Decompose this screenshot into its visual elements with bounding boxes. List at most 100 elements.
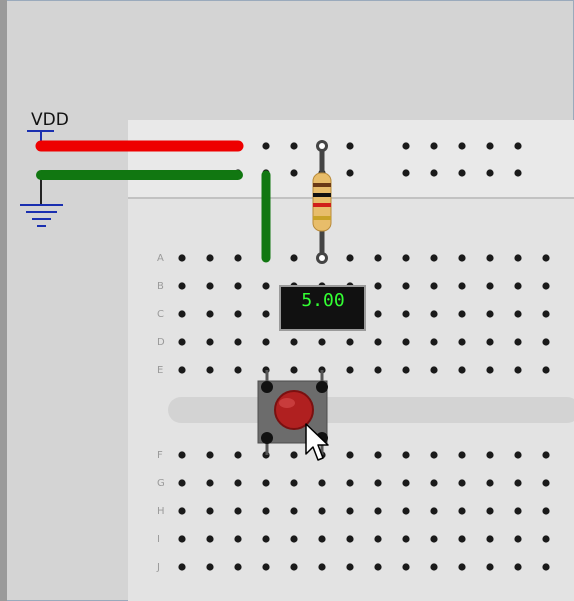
breadboard-hole[interactable] <box>346 254 354 262</box>
breadboard-hole[interactable] <box>542 507 550 515</box>
breadboard-hole[interactable] <box>290 563 298 571</box>
breadboard-hole[interactable] <box>262 310 270 318</box>
breadboard-hole[interactable] <box>318 563 326 571</box>
breadboard-hole[interactable] <box>458 563 466 571</box>
breadboard-hole[interactable] <box>402 366 410 374</box>
circuit-canvas[interactable]: A B C D E F G H I J VDD 5.00 <box>0 0 574 601</box>
breadboard-hole[interactable] <box>430 254 438 262</box>
breadboard-hole[interactable] <box>206 310 214 318</box>
breadboard-hole[interactable] <box>178 451 186 459</box>
breadboard-hole[interactable] <box>542 338 550 346</box>
breadboard-hole[interactable] <box>542 535 550 543</box>
breadboard-hole[interactable] <box>234 451 242 459</box>
breadboard-hole[interactable] <box>486 310 494 318</box>
breadboard-hole[interactable] <box>458 310 466 318</box>
breadboard-hole[interactable] <box>542 563 550 571</box>
breadboard-hole[interactable] <box>514 563 522 571</box>
breadboard-hole[interactable] <box>542 366 550 374</box>
breadboard-hole[interactable] <box>458 535 466 543</box>
breadboard-hole[interactable] <box>206 479 214 487</box>
breadboard-hole[interactable] <box>178 563 186 571</box>
breadboard-hole[interactable] <box>374 310 382 318</box>
breadboard-hole[interactable] <box>178 338 186 346</box>
voltmeter-display[interactable]: 5.00 <box>279 285 366 331</box>
breadboard-hole[interactable] <box>234 507 242 515</box>
breadboard-hole[interactable] <box>514 338 522 346</box>
breadboard-hole[interactable] <box>206 535 214 543</box>
breadboard-hole[interactable] <box>458 338 466 346</box>
breadboard-hole[interactable] <box>430 366 438 374</box>
breadboard-hole[interactable] <box>486 169 494 177</box>
breadboard-hole[interactable] <box>486 142 494 150</box>
breadboard-hole[interactable] <box>430 563 438 571</box>
breadboard-hole[interactable] <box>486 535 494 543</box>
breadboard-hole[interactable] <box>290 451 298 459</box>
breadboard-hole[interactable] <box>178 479 186 487</box>
breadboard-hole[interactable] <box>346 479 354 487</box>
breadboard-hole[interactable] <box>206 563 214 571</box>
breadboard-hole[interactable] <box>206 507 214 515</box>
breadboard-hole[interactable] <box>290 254 298 262</box>
breadboard-hole[interactable] <box>430 451 438 459</box>
breadboard-hole[interactable] <box>374 451 382 459</box>
breadboard-hole[interactable] <box>430 169 438 177</box>
breadboard-hole[interactable] <box>402 169 410 177</box>
breadboard-hole[interactable] <box>486 479 494 487</box>
breadboard-hole[interactable] <box>514 535 522 543</box>
breadboard-hole[interactable] <box>290 338 298 346</box>
breadboard-hole[interactable] <box>458 507 466 515</box>
breadboard-hole[interactable] <box>234 254 242 262</box>
breadboard-hole[interactable] <box>234 338 242 346</box>
breadboard-hole[interactable] <box>262 282 270 290</box>
breadboard-hole[interactable] <box>178 254 186 262</box>
breadboard-hole[interactable] <box>402 142 410 150</box>
breadboard-hole[interactable] <box>178 366 186 374</box>
breadboard-hole[interactable] <box>402 282 410 290</box>
breadboard-hole[interactable] <box>458 254 466 262</box>
breadboard-hole[interactable] <box>262 142 270 150</box>
breadboard-hole[interactable] <box>234 366 242 374</box>
breadboard-hole[interactable] <box>430 507 438 515</box>
breadboard-hole[interactable] <box>374 479 382 487</box>
breadboard-hole[interactable] <box>430 338 438 346</box>
breadboard-hole[interactable] <box>430 479 438 487</box>
breadboard-hole[interactable] <box>346 142 354 150</box>
breadboard-hole[interactable] <box>346 507 354 515</box>
breadboard-hole[interactable] <box>514 282 522 290</box>
breadboard-hole[interactable] <box>290 169 298 177</box>
breadboard-hole[interactable] <box>262 338 270 346</box>
breadboard-hole[interactable] <box>206 282 214 290</box>
breadboard-hole[interactable] <box>318 535 326 543</box>
breadboard-hole[interactable] <box>542 282 550 290</box>
breadboard-hole[interactable] <box>206 451 214 459</box>
breadboard-hole[interactable] <box>346 535 354 543</box>
breadboard-hole[interactable] <box>514 479 522 487</box>
breadboard-hole[interactable] <box>374 507 382 515</box>
breadboard-hole[interactable] <box>542 479 550 487</box>
breadboard-hole[interactable] <box>458 366 466 374</box>
breadboard-hole[interactable] <box>290 142 298 150</box>
breadboard-hole[interactable] <box>486 507 494 515</box>
breadboard-hole[interactable] <box>514 142 522 150</box>
breadboard-hole[interactable] <box>346 338 354 346</box>
breadboard-hole[interactable] <box>374 535 382 543</box>
breadboard-hole[interactable] <box>458 169 466 177</box>
breadboard-hole[interactable] <box>346 451 354 459</box>
breadboard-hole[interactable] <box>486 563 494 571</box>
breadboard-hole[interactable] <box>514 507 522 515</box>
breadboard-hole[interactable] <box>402 563 410 571</box>
breadboard-hole[interactable] <box>486 254 494 262</box>
breadboard-hole[interactable] <box>458 142 466 150</box>
breadboard-hole[interactable] <box>402 535 410 543</box>
breadboard-hole[interactable] <box>178 282 186 290</box>
breadboard-hole[interactable] <box>458 282 466 290</box>
breadboard-hole[interactable] <box>206 254 214 262</box>
breadboard-hole[interactable] <box>234 479 242 487</box>
breadboard-hole[interactable] <box>290 366 298 374</box>
breadboard-hole[interactable] <box>374 254 382 262</box>
breadboard-hole[interactable] <box>486 338 494 346</box>
breadboard-hole[interactable] <box>234 310 242 318</box>
breadboard-hole[interactable] <box>486 366 494 374</box>
breadboard-hole[interactable] <box>402 507 410 515</box>
breadboard-hole[interactable] <box>430 142 438 150</box>
